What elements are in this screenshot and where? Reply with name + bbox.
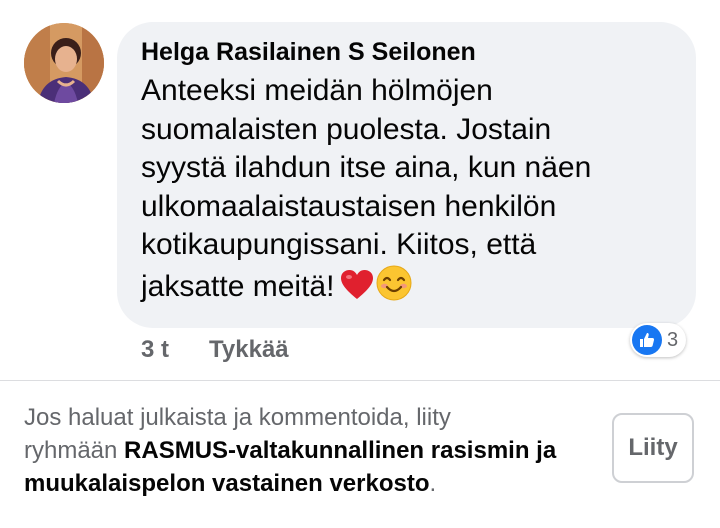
join-prompt-suffix: . [429, 470, 437, 497]
group-name-link[interactable]: muukalaispelon vastainen verkosto [24, 470, 429, 497]
comment-text: Anteeksi meidän hölmöjen suomalaisten pu… [141, 72, 672, 311]
comment-thread: Helga Rasilainen S Seilonen Anteeksi mei… [0, 0, 720, 528]
comment-text-line: ulkomaalaistaustaisen henkilön [141, 189, 557, 223]
comment-text-line: jaksatte meitä! [141, 269, 335, 303]
avatar[interactable] [24, 23, 104, 103]
join-prompt-line: ryhmään RASMUS-valtakunnallinen rasismin… [24, 434, 624, 467]
join-group-prompt: Jos haluat julkaista ja kommentoida, lii… [24, 401, 624, 500]
comment-bubble: Helga Rasilainen S Seilonen Anteeksi mei… [117, 22, 696, 328]
join-group-button[interactable]: Liity [612, 413, 694, 483]
heart-emoji [340, 269, 374, 312]
join-prompt-line: Jos haluat julkaista ja kommentoida, lii… [24, 404, 451, 431]
smiling-face-emoji [376, 265, 412, 312]
comment-timestamp[interactable]: 3 t [141, 336, 169, 364]
like-button[interactable]: Tykkää [209, 336, 289, 364]
comment-text-line: Anteeksi meidän hölmöjen [141, 74, 493, 107]
comment-author[interactable]: Helga Rasilainen S Seilonen [141, 36, 672, 68]
thumbs-up-icon [632, 325, 662, 355]
comment-text-last-line: jaksatte meitä! [141, 265, 672, 312]
profile-photo [24, 23, 104, 103]
join-prompt-prefix: ryhmään [24, 437, 125, 464]
reaction-summary[interactable]: 3 [630, 323, 687, 357]
comment-text-line: suomalaisten puolesta. Jostain [141, 112, 552, 146]
reaction-count: 3 [667, 328, 679, 351]
comment-text-line: syystä ilahdun itse aina, kun näen [141, 151, 592, 184]
join-prompt-line: muukalaispelon vastainen verkosto. [24, 467, 624, 500]
divider [0, 380, 720, 381]
comment-text-line: kotikaupungissani. Kiitos, että [141, 228, 537, 261]
comment-actions: 3 t Tykkää [141, 336, 289, 364]
group-name-link[interactable]: RASMUS-valtakunnallinen rasismin ja [124, 437, 556, 464]
